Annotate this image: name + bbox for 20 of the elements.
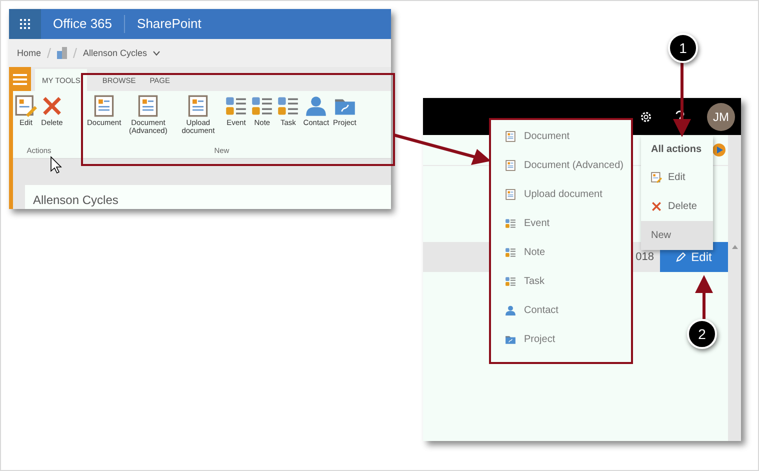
menu-title: All actions — [650, 143, 703, 157]
menu-item[interactable]: Upload document — [491, 180, 631, 209]
menu-item[interactable]: Delete — [641, 192, 713, 221]
menu-item[interactable]: Note — [491, 238, 631, 267]
menu-item[interactable]: Edit — [641, 163, 713, 192]
row-text: 018 — [636, 251, 654, 263]
menu-item[interactable]: New — [641, 221, 713, 250]
menu-item[interactable]: Document (Advanced) — [491, 151, 631, 180]
avatar[interactable]: JM — [707, 102, 735, 130]
breadcrumb-link[interactable]: Home — [17, 48, 42, 58]
page-title: Allenson Cycles — [33, 193, 118, 207]
breadcrumb-link[interactable]: Allenson Cycles — [83, 48, 148, 58]
suite-name[interactable]: Office 365 — [41, 15, 126, 33]
menu-item[interactable]: Project — [491, 325, 631, 354]
app-name[interactable]: SharePoint — [125, 15, 214, 33]
step-badge: 1 — [668, 33, 698, 63]
menu-item[interactable]: Document — [491, 122, 631, 151]
menu-item[interactable]: Contact — [491, 296, 631, 325]
menu-item[interactable]: Task — [491, 267, 631, 296]
menu-item[interactable]: Event — [491, 209, 631, 238]
